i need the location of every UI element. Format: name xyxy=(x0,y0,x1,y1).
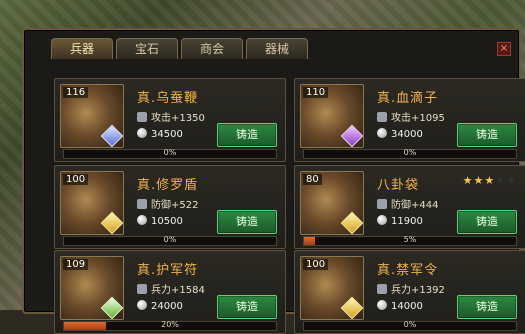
item-cost: 24000 xyxy=(137,300,183,312)
star-icon: ★ xyxy=(473,174,485,187)
tab-weapons[interactable]: 兵器 xyxy=(51,38,113,59)
item-stat: 兵力+1584 xyxy=(137,281,205,296)
forge-button[interactable]: 铸造 xyxy=(457,123,517,147)
item-name: 真.禁军令 xyxy=(377,263,439,278)
silver-coin-icon xyxy=(377,300,387,310)
tab-guild[interactable]: 商会 xyxy=(181,38,243,59)
item-thumbnail: 100 xyxy=(60,171,124,235)
item-card: 110 真.血滴子 攻击+1095 34000 铸造 0% xyxy=(294,78,525,162)
silver-coin-icon xyxy=(377,215,387,225)
cost-value: 14000 xyxy=(391,301,423,312)
stat-text: 兵力+1584 xyxy=(151,285,205,296)
progress-bar: 20% xyxy=(63,320,277,331)
item-stat: 攻击+1095 xyxy=(377,109,445,124)
item-thumbnail: 110 xyxy=(300,84,364,148)
star-rating: ★★★★★ xyxy=(463,174,517,187)
tab-gems[interactable]: 宝石 xyxy=(116,38,178,59)
gem-icon xyxy=(340,124,363,147)
item-stat: 防御+522 xyxy=(137,196,198,211)
item-name: 真.乌蚕鞭 xyxy=(137,91,199,106)
level-badge: 110 xyxy=(303,87,329,98)
level-badge: 100 xyxy=(303,259,329,270)
item-stat: 攻击+1350 xyxy=(137,109,205,124)
star-icon: ★ xyxy=(495,174,507,187)
shield-icon xyxy=(137,199,147,209)
silver-coin-icon xyxy=(137,128,147,138)
item-thumbnail: 100 xyxy=(300,256,364,320)
progress-bar: 5% xyxy=(303,235,517,246)
progress-text: 0% xyxy=(403,320,417,329)
gem-icon xyxy=(100,124,123,147)
star-icon: ★ xyxy=(462,174,474,187)
progress-text: 0% xyxy=(403,148,417,157)
level-badge: 100 xyxy=(63,174,89,185)
forge-button[interactable]: 铸造 xyxy=(217,210,277,234)
cost-value: 11900 xyxy=(391,216,423,227)
progress-bar: 0% xyxy=(63,148,277,159)
gem-icon xyxy=(100,211,123,234)
tab-bar: 兵器 宝石 商会 器械 xyxy=(51,38,308,60)
gem-icon xyxy=(340,211,363,234)
gem-icon xyxy=(340,296,363,319)
item-cost: 14000 xyxy=(377,300,423,312)
forge-button[interactable]: 铸造 xyxy=(217,123,277,147)
troops-icon xyxy=(137,284,147,294)
progress-text: 0% xyxy=(163,235,177,244)
item-card: 100 真.修罗盾 防御+522 10500 铸造 0% xyxy=(54,165,286,249)
cost-value: 24000 xyxy=(151,301,183,312)
stat-text: 防御+522 xyxy=(151,200,199,211)
item-cost: 10500 xyxy=(137,215,183,227)
shield-icon xyxy=(377,199,387,209)
item-name: 八卦袋 xyxy=(377,178,420,193)
item-stat: 兵力+1392 xyxy=(377,281,445,296)
progress-bar: 0% xyxy=(303,148,517,159)
silver-coin-icon xyxy=(377,128,387,138)
stat-text: 防御+444 xyxy=(391,200,439,211)
item-cost: 34500 xyxy=(137,128,183,140)
forge-window: 兵器 宝石 商会 器械 × 116 真.乌蚕鞭 攻击+1350 34500 铸造… xyxy=(22,28,525,334)
cost-value: 34000 xyxy=(391,129,423,140)
level-badge: 80 xyxy=(303,174,322,185)
stat-text: 兵力+1392 xyxy=(391,285,445,296)
silver-coin-icon xyxy=(137,300,147,310)
gem-icon xyxy=(100,296,123,319)
item-thumbnail: 116 xyxy=(60,84,124,148)
item-cost: 11900 xyxy=(377,215,423,227)
sword-icon xyxy=(377,112,387,122)
star-icon: ★ xyxy=(506,174,517,187)
tab-machinery[interactable]: 器械 xyxy=(246,38,308,59)
progress-bar: 0% xyxy=(303,320,517,331)
item-name: 真.修罗盾 xyxy=(137,178,199,193)
item-card: 100 真.禁军令 兵力+1392 14000 铸造 0% xyxy=(294,250,525,334)
progress-text: 5% xyxy=(403,235,417,244)
progress-bar: 0% xyxy=(63,235,277,246)
stat-text: 攻击+1095 xyxy=(391,113,445,124)
star-icon: ★ xyxy=(484,174,496,187)
level-badge: 109 xyxy=(63,259,89,270)
forge-button[interactable]: 铸造 xyxy=(217,295,277,319)
item-thumbnail: 80 xyxy=(300,171,364,235)
forge-button[interactable]: 铸造 xyxy=(457,210,517,234)
troops-icon xyxy=(377,284,387,294)
item-stat: 防御+444 xyxy=(377,196,438,211)
stat-text: 攻击+1350 xyxy=(151,113,205,124)
cost-value: 10500 xyxy=(151,216,183,227)
item-thumbnail: 109 xyxy=(60,256,124,320)
sword-icon xyxy=(137,112,147,122)
close-icon[interactable]: × xyxy=(497,42,511,56)
item-card: 80 八卦袋 ★★★★★ 防御+444 11900 铸造 5% xyxy=(294,165,525,249)
item-name: 真.血滴子 xyxy=(377,91,439,106)
cost-value: 34500 xyxy=(151,129,183,140)
item-cost: 34000 xyxy=(377,128,423,140)
progress-text: 0% xyxy=(163,148,177,157)
forge-button[interactable]: 铸造 xyxy=(457,295,517,319)
silver-coin-icon xyxy=(137,215,147,225)
progress-text: 20% xyxy=(161,320,179,329)
level-badge: 116 xyxy=(63,87,89,98)
item-card: 109 真.护军符 兵力+1584 24000 铸造 20% xyxy=(54,250,286,334)
item-card: 116 真.乌蚕鞭 攻击+1350 34500 铸造 0% xyxy=(54,78,286,162)
item-name: 真.护军符 xyxy=(137,263,199,278)
